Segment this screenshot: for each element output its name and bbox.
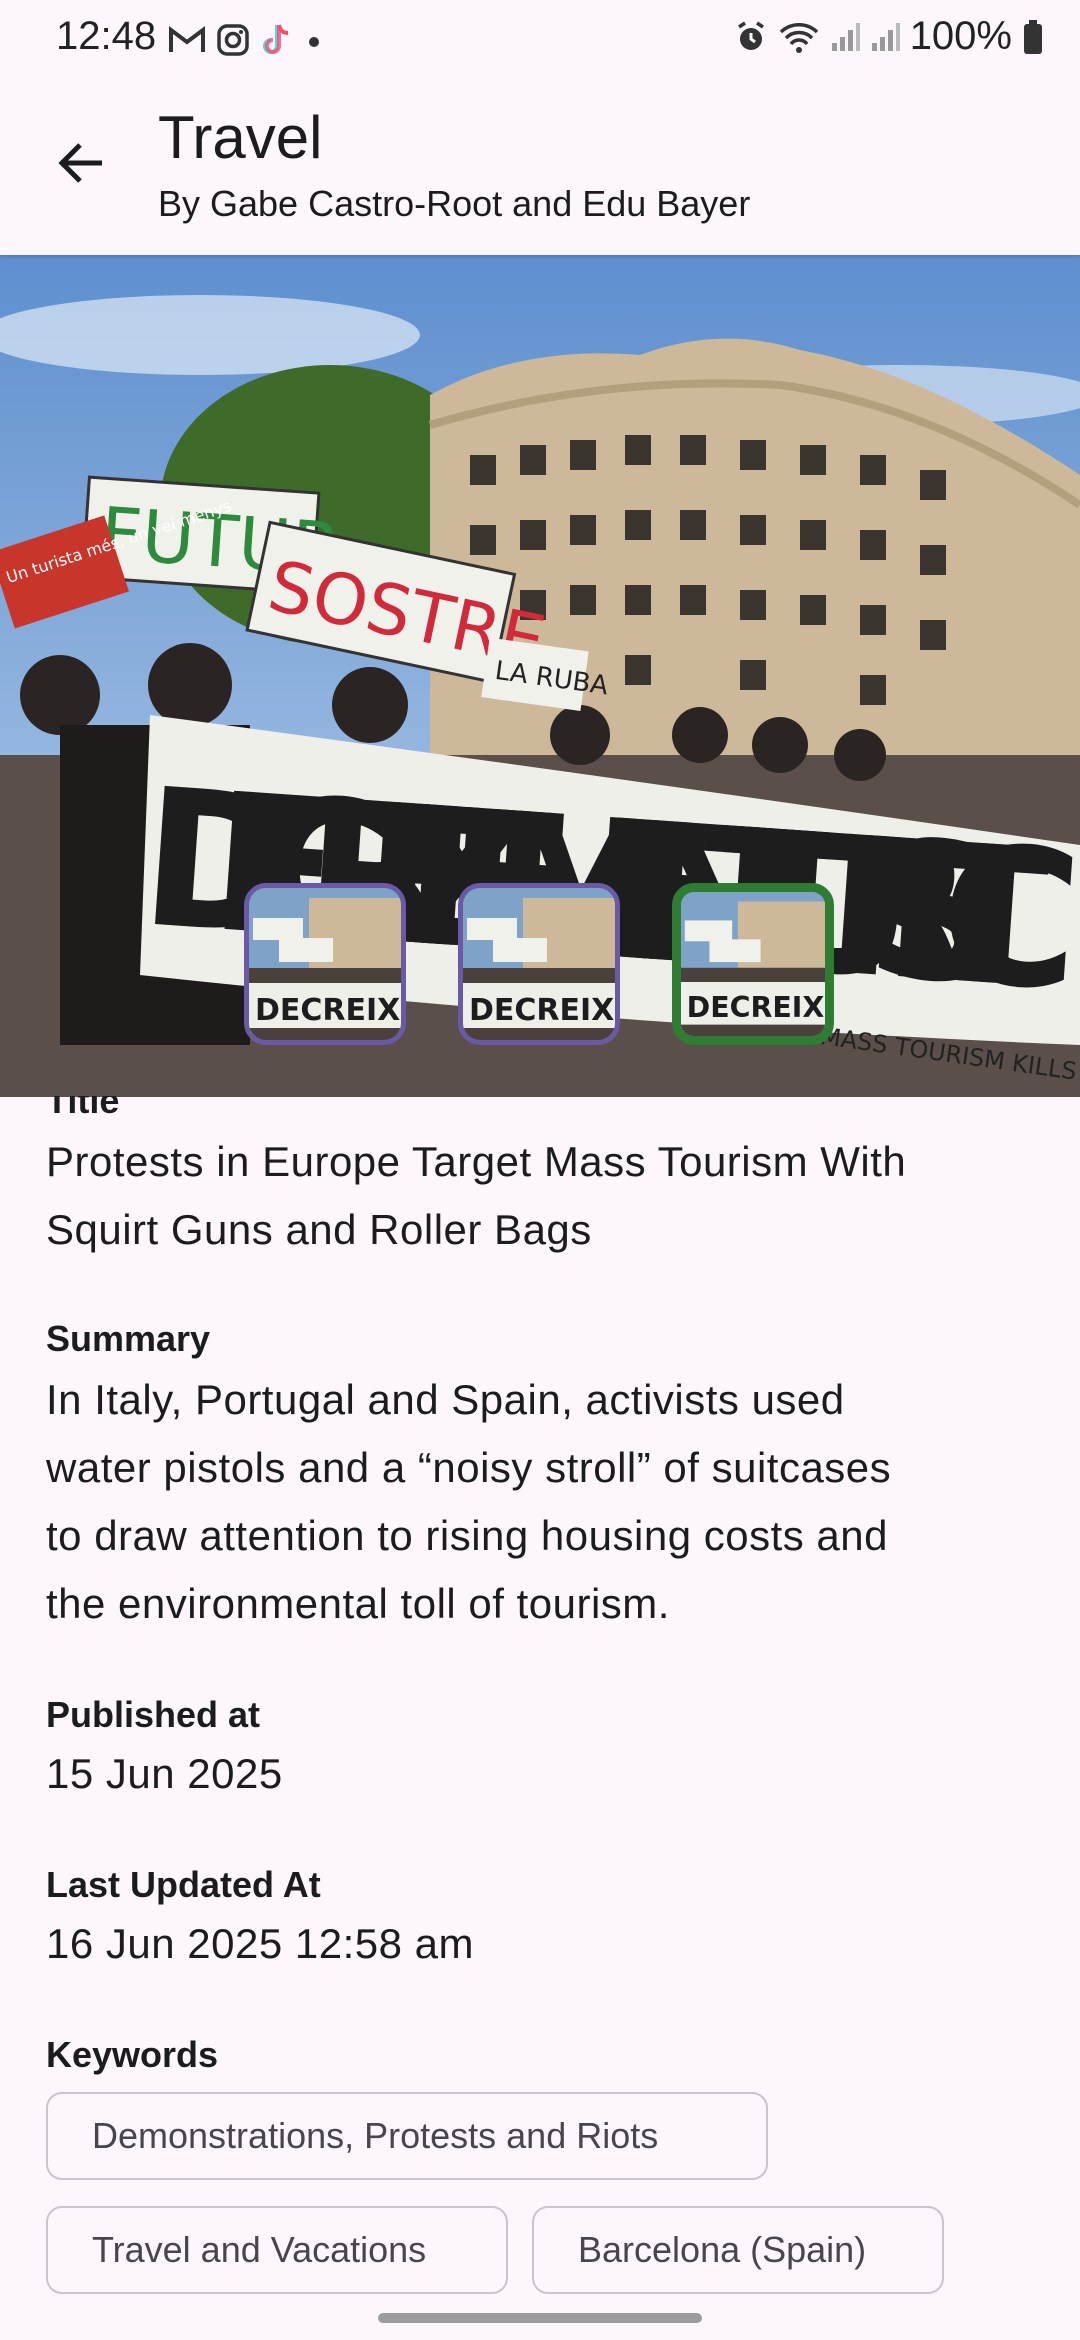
system-icons: 100% <box>734 14 1044 59</box>
thumbnail-3-selected[interactable]: DECREIX <box>672 883 834 1045</box>
keywords-label: Keywords <box>46 2034 219 2075</box>
signal-icon <box>870 21 900 53</box>
svg-text:DECREIX: DECREIX <box>687 991 825 1024</box>
summary-line: the environmental toll of tourism. <box>46 1580 670 1627</box>
article-image[interactable]: FUTUR SOSTRE Un turista més, un veí meny… <box>0 255 1080 1097</box>
summary-line: water pistols and a “noisy stroll” of su… <box>46 1444 892 1491</box>
article-title: Protests in Europe Target Mass Tourism W… <box>46 1128 1036 1264</box>
keyword-chip[interactable]: Demonstrations, Protests and Riots <box>46 2092 768 2180</box>
notification-icons <box>168 18 324 62</box>
page-subtitle: By Gabe Castro-Root and Edu Bayer <box>158 183 751 224</box>
status-bar: 12:48 100% <box>0 0 1080 75</box>
article-title-line: Squirt Guns and Roller Bags <box>46 1206 592 1253</box>
updated-label: Last Updated At <box>46 1864 321 1905</box>
image-thumbnails: DECREIX DECREIX DECREIX <box>0 883 1080 1053</box>
page-title: Travel <box>158 104 323 171</box>
summary-line: In Italy, Portugal and Spain, activists … <box>46 1376 845 1423</box>
keyword-chip[interactable]: Travel and Vacations <box>46 2206 508 2294</box>
svg-text:DECREIX: DECREIX <box>469 993 614 1028</box>
thumbnail-1[interactable]: DECREIX <box>244 883 406 1045</box>
article-summary: In Italy, Portugal and Spain, activists … <box>46 1366 1046 1638</box>
wifi-icon <box>778 20 820 54</box>
alarm-icon <box>734 20 768 54</box>
signal-icon <box>830 21 860 53</box>
home-indicator[interactable] <box>378 2313 702 2323</box>
article-title-line: Protests in Europe Target Mass Tourism W… <box>46 1138 907 1185</box>
updated-date: 16 Jun 2025 12:58 am <box>46 1920 474 1967</box>
keyword-chip[interactable]: Barcelona (Spain) <box>532 2206 944 2294</box>
thumbnail-2[interactable]: DECREIX <box>458 883 620 1045</box>
gmail-icon <box>168 25 206 55</box>
battery-icon <box>1022 19 1044 55</box>
battery-percent: 100% <box>909 14 1012 58</box>
summary-label: Summary <box>46 1318 211 1359</box>
status-time: 12:48 <box>56 14 157 58</box>
tiktok-icon <box>260 22 294 58</box>
summary-line: to draw attention to rising housing cost… <box>46 1512 888 1559</box>
published-label: Published at <box>46 1694 261 1735</box>
top-app-bar: Travel By Gabe Castro-Root and Edu Bayer <box>0 75 1080 255</box>
svg-text:DECREIX: DECREIX <box>255 993 400 1028</box>
dot-icon <box>304 30 324 50</box>
back-button[interactable] <box>40 125 120 205</box>
arrow-back-icon <box>54 137 106 194</box>
instagram-icon <box>216 23 250 57</box>
published-date: 15 Jun 2025 <box>46 1750 283 1797</box>
